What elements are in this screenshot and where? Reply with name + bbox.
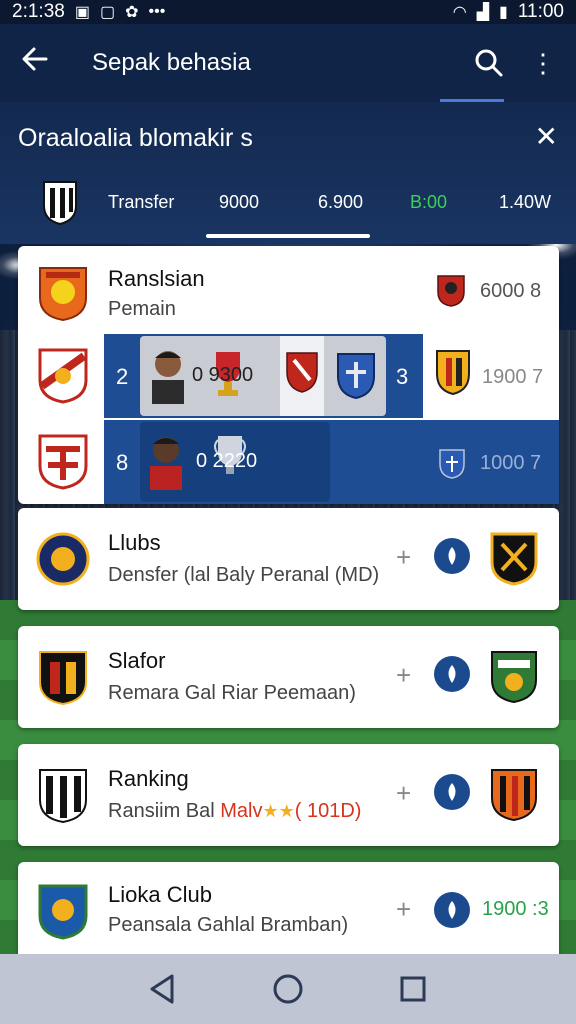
rating-stars-icon: ★★	[262, 801, 295, 821]
download-icon[interactable]	[434, 774, 470, 810]
list-item[interactable]: Lioka Club Peansala Gahlal Bramban) + 19…	[18, 862, 559, 954]
subtitle-prefix: Ransiim Bal	[108, 800, 221, 822]
club-crest-icon	[38, 434, 88, 490]
download-icon[interactable]	[434, 892, 470, 928]
status-time-left: 2:1:38	[12, 1, 65, 22]
club-crest-icon	[286, 352, 318, 393]
stat-value-3: B:00	[410, 191, 448, 212]
club-crest-icon	[491, 769, 537, 822]
stats-row: Transfer 9000 6.900 B:00 1.40W	[0, 174, 576, 230]
wifi-icon: ◠	[452, 4, 467, 21]
list-item[interactable]: Ranking Ransiim Bal Malv★★( 101D) +	[18, 744, 559, 846]
club-crest-icon	[39, 651, 87, 706]
club-crest-icon	[437, 275, 465, 307]
nav-back-icon[interactable]	[146, 972, 180, 1006]
more-notifications-icon: •••	[148, 3, 166, 20]
row-subtitle: Pemain	[108, 298, 176, 320]
signal-icon: ▟	[476, 4, 490, 21]
club-crest-icon	[337, 353, 375, 400]
app-notification-icon: ✿	[125, 4, 139, 21]
match-row[interactable]: 8 0 2220 1000 7	[104, 420, 559, 504]
system-nav-bar	[0, 954, 576, 1024]
club-crest-icon	[39, 769, 87, 824]
row-value: 1000 7	[480, 452, 542, 474]
match-detail: 0 9300	[140, 336, 386, 416]
search-icon[interactable]	[474, 48, 504, 78]
subtitle-suffix: ( 101D)	[294, 800, 362, 822]
transfer-card: Ranslsian Pemain 6000 8 2 0 9300 3 1900 …	[18, 246, 559, 504]
match-index: 2	[116, 364, 129, 389]
club-crest-icon	[491, 651, 537, 704]
row-title: Ranking	[108, 766, 189, 791]
stat-value-2: 6.900	[318, 191, 364, 212]
match-index: 8	[116, 450, 129, 475]
add-button[interactable]: +	[396, 660, 411, 691]
app-title: Sepak behasia	[92, 49, 251, 76]
player-avatar	[150, 437, 182, 490]
row-title: Ranslsian	[108, 266, 205, 291]
add-button[interactable]: +	[396, 894, 411, 925]
app-bar: Sepak behasia ⋮	[0, 24, 576, 102]
status-bar: 2:1:38 ▣ ▢ ✿ ••• ◠ ▟ ▮ 11:00	[0, 0, 576, 24]
nav-recents-icon[interactable]	[396, 972, 430, 1006]
club-crest-icon	[490, 532, 538, 586]
match-score: 0 2220	[196, 450, 258, 472]
match-score: 0 9300	[192, 364, 254, 386]
stat-value-1: 9000	[219, 191, 260, 212]
gallery-icon: ▢	[99, 4, 116, 21]
row-subtitle: Peansala Gahlal Bramban)	[108, 914, 349, 936]
match-right-index: 3	[396, 364, 409, 389]
player-avatar	[152, 351, 184, 404]
row-title: Slafor	[108, 648, 166, 673]
stat-value-4: 1.40W	[499, 191, 552, 212]
download-icon[interactable]	[434, 538, 470, 574]
match-detail: 0 2220	[140, 422, 330, 502]
row-title: Llubs	[108, 530, 161, 555]
notification-icon: ▣	[74, 4, 90, 21]
club-crest-icon	[36, 532, 90, 586]
nav-home-icon[interactable]	[271, 972, 305, 1006]
row-subtitle: Remara Gal Riar Peemaan)	[108, 682, 356, 704]
club-crest-icon	[39, 267, 87, 322]
row-subtitle: Densfer (lal Baly Peranal (MD)	[108, 564, 380, 586]
row-title: Lioka Club	[108, 882, 212, 907]
row-value: 1900 7	[482, 366, 544, 388]
club-crest-icon	[436, 350, 470, 396]
subtitle-highlight: Malv	[220, 800, 263, 822]
club-crest-icon	[439, 449, 465, 479]
status-time-right: 11:00	[517, 1, 564, 22]
row-subtitle: Ransiim Bal Malv★★( 101D)	[108, 800, 361, 823]
list-item[interactable]: Slafor Remara Gal Riar Peemaan) +	[18, 626, 559, 728]
club-crest-icon	[43, 181, 77, 226]
more-options-icon[interactable]: ⋮	[530, 50, 556, 76]
header-title: Oraaloalia blomakir s	[18, 124, 253, 152]
club-crest-icon	[38, 348, 88, 404]
list-item[interactable]: Llubs Densfer (lal Baly Peranal (MD) +	[18, 508, 559, 610]
row-value: 6000 8	[480, 280, 542, 302]
club-crest-icon	[38, 884, 88, 940]
add-button[interactable]: +	[396, 778, 411, 809]
row-value: 1900 :3	[482, 898, 549, 920]
drag-handle[interactable]	[206, 234, 370, 238]
back-arrow-icon[interactable]	[20, 44, 60, 82]
close-icon[interactable]: ✕	[535, 120, 558, 153]
add-button[interactable]: +	[396, 542, 411, 573]
battery-icon: ▮	[499, 4, 508, 21]
download-icon[interactable]	[434, 656, 470, 692]
stat-transfer-label: Transfer	[108, 191, 175, 212]
header-panel: Oraaloalia blomakir s ✕ Transfer 9000 6.…	[0, 102, 576, 244]
match-row[interactable]: 2 0 9300 3	[104, 334, 423, 418]
